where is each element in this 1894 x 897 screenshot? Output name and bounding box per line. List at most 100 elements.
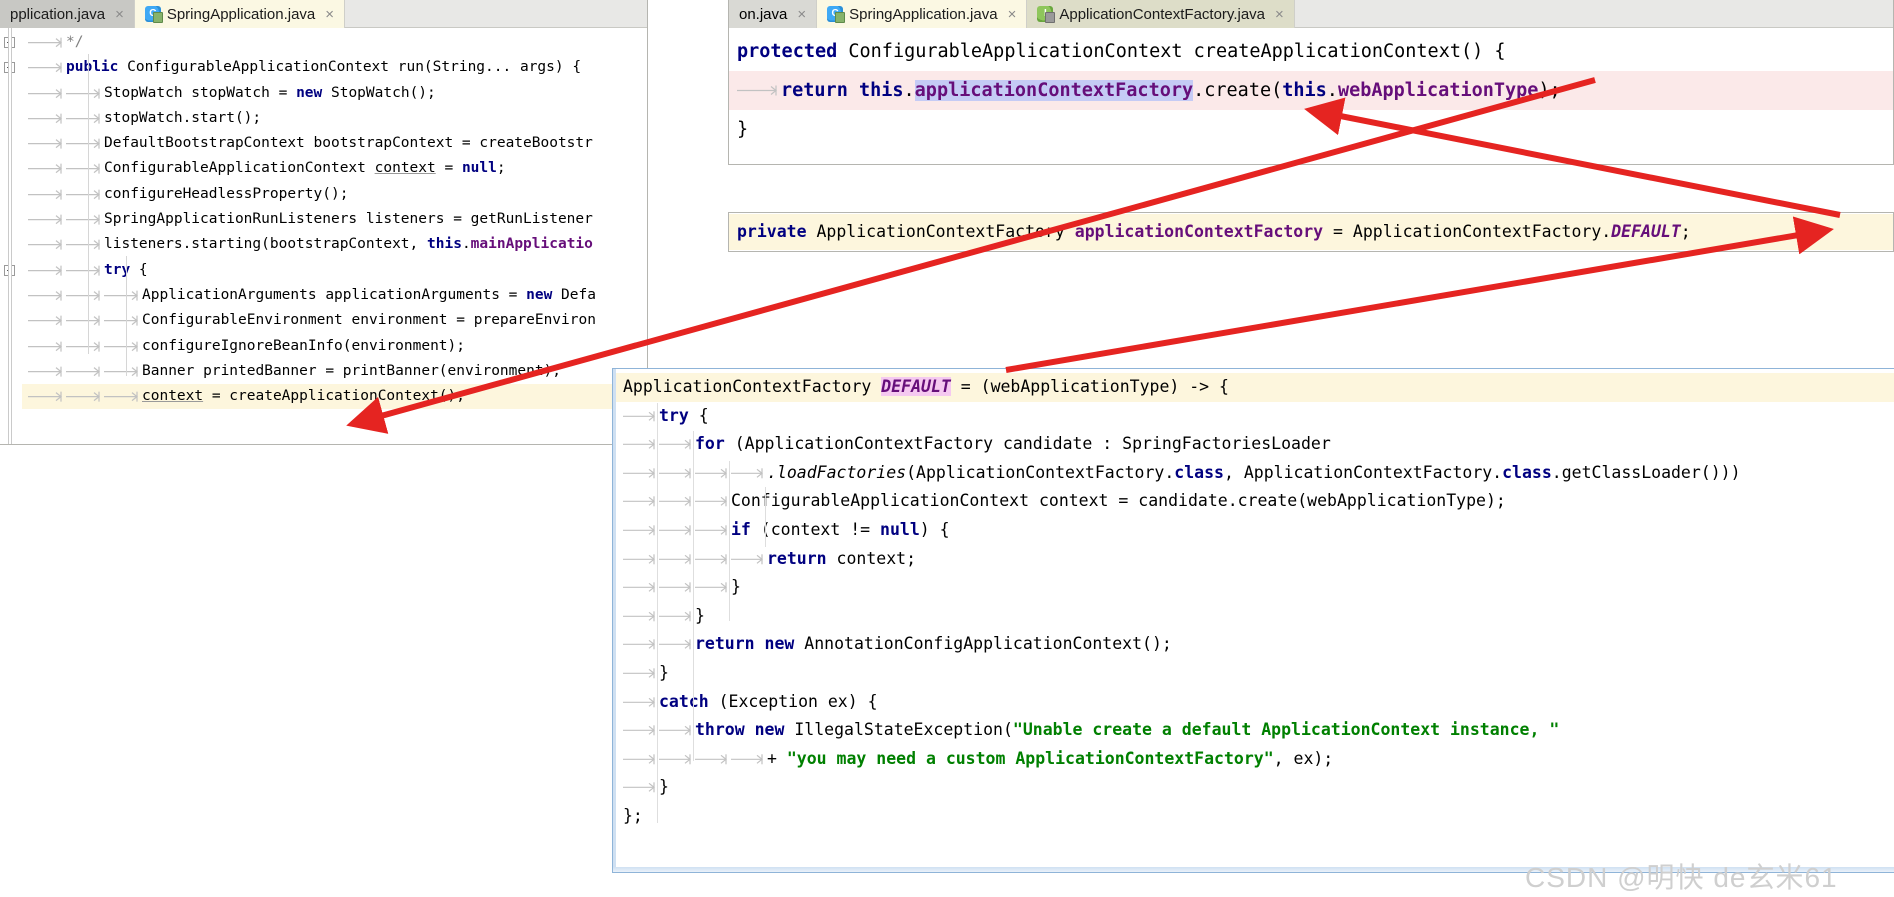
code-line[interactable]: SpringApplicationRunListeners listeners … (0, 207, 647, 232)
indent-guide-icon (621, 487, 657, 516)
code-line[interactable]: try { (0, 258, 647, 283)
code-line[interactable]: } (613, 659, 1894, 688)
indent-guide-icon (729, 745, 765, 774)
code-line-text: ConfigurableApplicationContext context =… (104, 156, 506, 181)
code-line[interactable]: protected ConfigurableApplicationContext… (729, 32, 1893, 71)
indent-guide-icon (102, 334, 140, 359)
code-line[interactable]: ConfigurableApplicationContext context =… (0, 156, 647, 181)
indent-guide-icon (102, 359, 140, 384)
mid-right-code-area[interactable]: private ApplicationContextFactory applic… (729, 213, 1893, 251)
code-line-text: */ (66, 30, 83, 55)
code-line[interactable]: for (ApplicationContextFactory candidate… (613, 430, 1894, 459)
code-line-text: SpringApplicationRunListeners listeners … (104, 207, 593, 232)
indent-guide-line (126, 256, 127, 376)
editor-tab-springapplication-java[interactable]: C SpringApplication.java × (817, 0, 1028, 28)
code-token: , ex); (1273, 748, 1334, 768)
code-line[interactable]: return this.applicationContextFactory.cr… (729, 71, 1893, 110)
close-tab-icon[interactable]: × (115, 6, 124, 23)
top-right-editor-code-area[interactable]: protected ConfigurableApplicationContext… (729, 28, 1893, 164)
code-line[interactable]: public ConfigurableApplicationContext ru… (0, 55, 647, 80)
editor-tab-springapplication-java[interactable]: C SpringApplication.java × (134, 0, 346, 28)
code-token: class (1502, 462, 1552, 482)
code-line[interactable]: configureIgnoreBeanInfo(environment); (0, 334, 647, 359)
code-token: configureIgnoreBeanInfo(environment); (142, 337, 466, 354)
code-line[interactable]: ApplicationContextFactory DEFAULT = (web… (613, 373, 1894, 402)
code-token: + (767, 748, 787, 768)
left-editor-panel: pplication.java × C SpringApplication.java ×… (0, 0, 648, 445)
indent-guide-icon (621, 573, 657, 602)
code-line[interactable]: Banner printedBanner = printBanner(envir… (0, 359, 647, 384)
indent-guide-icon (735, 71, 779, 110)
code-token: class (1174, 462, 1224, 482)
indent-guide-icon (26, 30, 64, 55)
code-line[interactable]: listeners.starting(bootstrapContext, thi… (0, 232, 647, 257)
code-line-text: stopWatch.start(); (104, 106, 261, 131)
indent-guide-icon (26, 156, 64, 181)
code-line[interactable]: } (613, 573, 1894, 602)
code-line[interactable]: ConfigurableEnvironment environment = pr… (0, 308, 647, 333)
code-line[interactable]: */ (0, 30, 647, 55)
indent-guide-icon (26, 283, 64, 308)
code-line-text: + "you may need a custom ApplicationCont… (767, 745, 1333, 774)
indent-guide-icon (657, 716, 693, 745)
code-token: null (880, 519, 920, 539)
editor-tab-pplication-java[interactable]: pplication.java × (0, 0, 135, 28)
indent-guide-icon (26, 258, 64, 283)
code-token: configureHeadlessProperty(); (104, 185, 349, 202)
indent-guide-icon (26, 182, 64, 207)
code-line[interactable]: }; (613, 802, 1894, 831)
indent-guide-icon (64, 359, 102, 384)
code-line[interactable]: configureHeadlessProperty(); (0, 182, 647, 207)
close-tab-icon[interactable]: × (1275, 6, 1284, 23)
code-line-text: } (659, 773, 669, 802)
code-token: = (435, 160, 462, 177)
bottom-editor-code-area[interactable]: ApplicationContextFactory DEFAULT = (web… (613, 369, 1894, 872)
editor-tab-applicationcontextfactory-java[interactable]: I ApplicationContextFactory.java × (1027, 0, 1295, 28)
code-token: if (731, 519, 751, 539)
code-line[interactable]: try { (613, 402, 1894, 431)
code-line[interactable]: DefaultBootstrapContext bootstrapContext… (0, 131, 647, 156)
top-right-editor-tabbar[interactable]: on.java × C SpringApplication.java × I Applica… (729, 0, 1893, 28)
close-tab-icon[interactable]: × (325, 6, 334, 23)
indent-guide-icon (621, 688, 657, 717)
code-line-text: listeners.starting(bootstrapContext, thi… (104, 232, 593, 257)
top-right-editor-panel: on.java × C SpringApplication.java × I Applica… (728, 0, 1894, 165)
editor-tab-label: pplication.java (10, 5, 106, 23)
code-line[interactable]: return new AnnotationConfigApplicationCo… (613, 630, 1894, 659)
code-line[interactable]: } (613, 773, 1894, 802)
code-line[interactable]: stopWatch.start(); (0, 106, 647, 131)
code-token: public (66, 59, 119, 76)
code-line-text: public ConfigurableApplicationContext ru… (66, 55, 581, 80)
code-line[interactable]: StopWatch stopWatch = new StopWatch(); (0, 81, 647, 106)
code-line[interactable]: throw new IllegalStateException("Unable … (613, 716, 1894, 745)
left-editor-code-area[interactable]: */ public ConfigurableApplicationContext … (0, 28, 647, 444)
code-line[interactable]: + "you may need a custom ApplicationCont… (613, 745, 1894, 774)
indent-guide-icon (64, 258, 102, 283)
code-line[interactable]: .loadFactories(ApplicationContextFactory… (613, 459, 1894, 488)
code-line[interactable]: } (729, 110, 1893, 149)
code-line[interactable]: ApplicationArguments applicationArgument… (0, 283, 647, 308)
code-token: ConfigurableApplicationContext createApp… (837, 41, 1506, 62)
code-token: ConfigurableApplicationContext context =… (731, 491, 1506, 511)
tabbar-filler (1294, 0, 1893, 28)
code-line[interactable]: private ApplicationContextFactory applic… (729, 214, 1893, 250)
indent-guide-icon (693, 573, 729, 602)
code-token: this (858, 80, 904, 101)
code-line[interactable]: } (613, 602, 1894, 631)
code-line[interactable]: catch (Exception ex) { (613, 688, 1894, 717)
code-token: } (659, 777, 669, 797)
code-line[interactable]: if (context != null) { (613, 516, 1894, 545)
code-token: new (296, 84, 323, 101)
class-file-icon: C (144, 6, 163, 23)
close-tab-icon[interactable]: × (1008, 6, 1017, 23)
code-token: webApplicationType (1337, 80, 1539, 101)
code-line[interactable]: return context; (613, 545, 1894, 574)
code-line[interactable]: context = createApplicationContext(); (0, 384, 647, 410)
close-tab-icon[interactable]: × (797, 6, 806, 23)
code-token: private (737, 222, 807, 241)
editor-tab-on-java[interactable]: on.java × (729, 0, 818, 28)
left-editor-tabbar[interactable]: pplication.java × C SpringApplication.java × (0, 0, 647, 28)
indent-guide-icon (621, 773, 657, 802)
code-line[interactable]: ConfigurableApplicationContext context =… (613, 487, 1894, 516)
